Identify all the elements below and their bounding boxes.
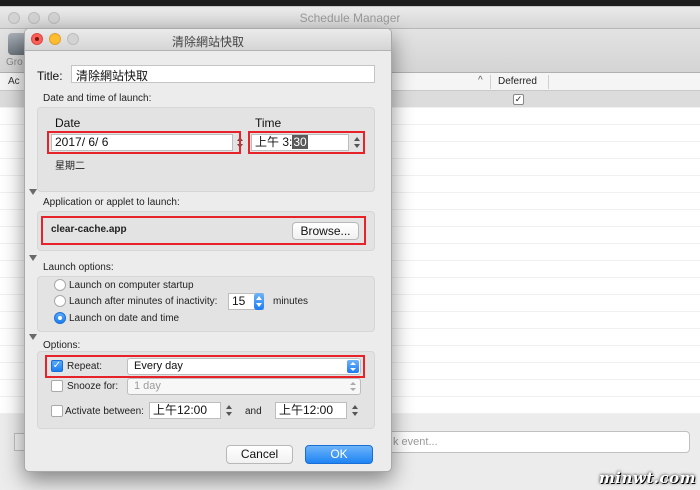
date-header: Date: [55, 116, 81, 130]
activate-from-stepper[interactable]: [224, 402, 234, 419]
application-section-label: Application or applet to launch:: [43, 197, 180, 208]
disclosure-triangle-icon[interactable]: [29, 189, 37, 195]
group-label: Gro: [6, 57, 23, 68]
watermark-text: minwt.com: [598, 469, 696, 487]
bg-window-title: Schedule Manager: [299, 11, 401, 25]
time-header: Time: [255, 116, 282, 130]
activate-label: Activate between:: [65, 406, 144, 417]
highlight-box-repeat: [45, 355, 365, 378]
activate-to-field[interactable]: 上午12:00: [275, 402, 347, 419]
column-separator: [548, 75, 549, 89]
dialog-titlebar: 清除網站快取: [25, 29, 391, 51]
launch-options-section-label: Launch options:: [43, 262, 114, 273]
popup-arrows-icon: [347, 380, 359, 393]
weekday-label: 星期二: [55, 161, 85, 172]
highlight-box-time: [248, 131, 365, 154]
snooze-value: 1 day: [134, 380, 161, 392]
title-label: Title:: [37, 69, 63, 83]
disclosure-triangle-icon[interactable]: [29, 255, 37, 261]
search-event-field[interactable]: k event...: [386, 431, 690, 453]
activate-from-field[interactable]: 上午12:00: [149, 402, 221, 419]
activate-checkbox[interactable]: [51, 405, 63, 417]
radio-launch-startup[interactable]: [54, 279, 66, 291]
deferred-checkbox[interactable]: ✓: [513, 94, 524, 105]
title-field[interactable]: 清除網站快取: [71, 65, 375, 83]
highlight-box-application: [41, 216, 366, 245]
sort-ascending-icon[interactable]: ^: [478, 75, 483, 86]
disclosure-triangle-icon[interactable]: [29, 334, 37, 340]
date-time-section-label: Date and time of launch:: [43, 93, 152, 104]
dialog-title: 清除網站快取: [171, 35, 244, 49]
cancel-button[interactable]: Cancel: [226, 445, 293, 464]
and-label: and: [245, 406, 262, 417]
snooze-label: Snooze for:: [67, 381, 119, 392]
minutes-label: minutes: [273, 296, 309, 307]
activate-to-stepper[interactable]: [350, 402, 360, 419]
startup-label: Launch on computer startup: [69, 280, 194, 291]
options-section-label: Options:: [43, 340, 81, 351]
radio-launch-inactivity[interactable]: [54, 295, 66, 307]
column-header-deferred[interactable]: Deferred: [498, 76, 537, 87]
bg-titlebar: Schedule Manager: [0, 7, 700, 29]
radio-launch-date-time[interactable]: [54, 312, 66, 324]
inactivity-label: Launch after minutes of inactivity:: [69, 296, 218, 307]
column-separator: [490, 75, 491, 89]
inactivity-stepper[interactable]: [254, 293, 264, 310]
highlight-box-date: [47, 131, 241, 154]
snooze-checkbox[interactable]: [51, 380, 63, 392]
snooze-popup[interactable]: 1 day: [127, 378, 361, 395]
event-editor-dialog: 清除網站快取 Title: 清除網站快取 Date and time of la…: [24, 28, 392, 472]
column-header-ac[interactable]: Ac: [8, 76, 20, 87]
date-time-option-label: Launch on date and time: [69, 313, 180, 324]
ok-button[interactable]: OK: [305, 445, 373, 464]
